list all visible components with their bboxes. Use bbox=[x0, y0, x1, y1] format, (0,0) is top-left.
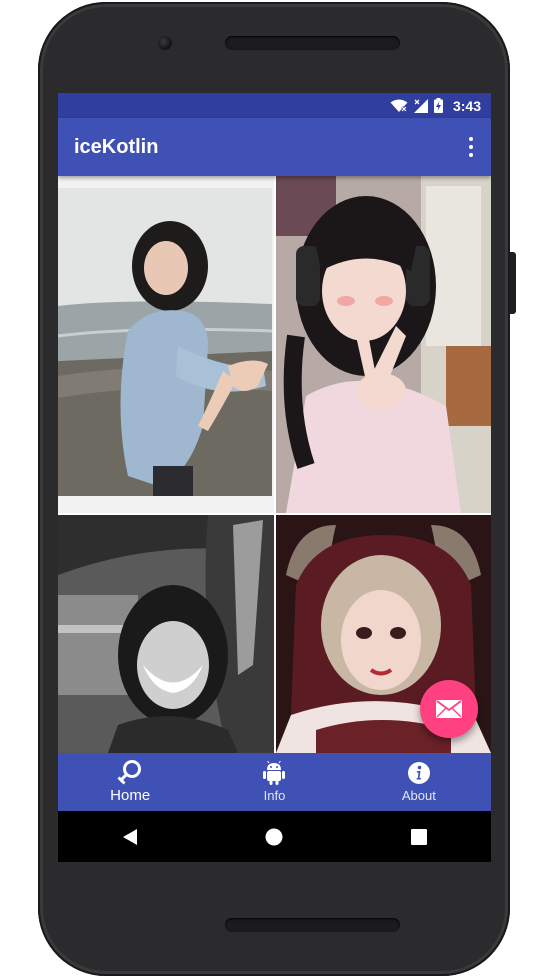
wifi-off-icon bbox=[390, 99, 408, 112]
home-button[interactable] bbox=[254, 817, 294, 857]
photo-headphones-girl bbox=[276, 176, 491, 513]
info-icon bbox=[407, 762, 430, 784]
back-icon bbox=[123, 828, 138, 845]
back-button[interactable] bbox=[110, 817, 150, 857]
top-speaker bbox=[225, 36, 400, 50]
photo-beach-girl bbox=[58, 176, 274, 513]
nav-label-info: Info bbox=[263, 788, 286, 803]
nav-label-about: About bbox=[401, 788, 436, 803]
nav-label-home: Home bbox=[110, 787, 151, 804]
nav-item-home[interactable]: Home bbox=[58, 753, 202, 811]
front-camera bbox=[158, 36, 172, 50]
status-time: 3:43 bbox=[452, 97, 481, 114]
nav-item-about[interactable]: About bbox=[347, 753, 491, 811]
side-button bbox=[510, 252, 516, 314]
more-vert-icon[interactable] bbox=[465, 135, 477, 159]
photo-grid bbox=[58, 176, 491, 753]
photo-tile[interactable] bbox=[58, 176, 274, 513]
nav-item-info[interactable]: Info bbox=[202, 753, 346, 811]
mail-fab[interactable] bbox=[420, 680, 478, 738]
status-bar: 3:43 bbox=[58, 93, 491, 118]
android-icon bbox=[263, 761, 286, 785]
app-title: iceKotlin bbox=[74, 136, 159, 158]
mail-icon bbox=[436, 700, 462, 718]
photo-tile[interactable] bbox=[58, 515, 274, 753]
app-bar: iceKotlin bbox=[58, 118, 491, 176]
female-search-icon bbox=[117, 760, 142, 785]
system-navigation-bar bbox=[58, 811, 491, 862]
photo-train-girl bbox=[58, 515, 274, 753]
battery-charging-icon bbox=[433, 98, 443, 113]
recents-button[interactable] bbox=[399, 817, 439, 857]
recents-icon bbox=[410, 828, 427, 845]
home-icon bbox=[265, 828, 283, 845]
bottom-navigation: Home Info About bbox=[58, 753, 491, 811]
bottom-speaker bbox=[225, 918, 400, 932]
screen: 3:43 iceKotlin Home Info About bbox=[58, 93, 491, 862]
photo-tile[interactable] bbox=[276, 176, 491, 513]
signal-off-icon bbox=[413, 98, 428, 113]
